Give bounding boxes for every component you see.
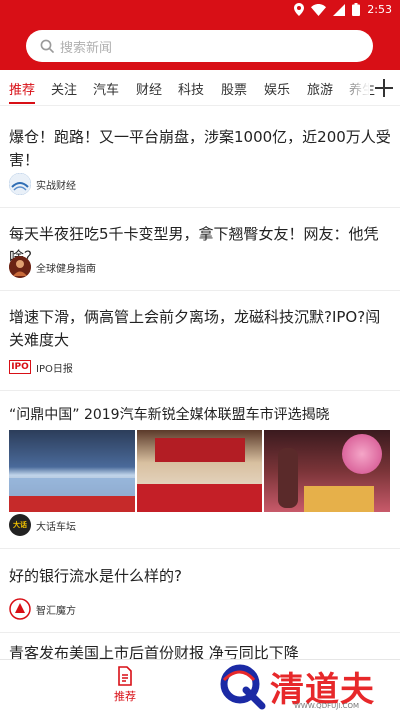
tab-stocks[interactable]: 股票 <box>221 79 247 98</box>
app-header: 2:53 搜索新闻 <box>0 0 400 70</box>
watermark-url: WWW.QDFUJI.COM <box>294 702 360 710</box>
fitness-avatar-icon <box>9 256 31 278</box>
source-avatar: 大话 <box>9 514 31 536</box>
search-placeholder: 搜索新闻 <box>60 40 113 56</box>
battery-icon <box>352 3 361 16</box>
divider <box>0 290 400 291</box>
source-avatar <box>9 173 31 195</box>
active-tab-indicator <box>9 102 35 104</box>
tabs-fade <box>336 70 370 105</box>
add-channel-icon[interactable] <box>372 76 396 100</box>
news-title[interactable]: 增速下滑，俩高管上会前夕离场，龙磁科技沉默?IPO?闯关难度大 <box>9 306 391 352</box>
news-title[interactable]: 爆仓！跑路！又一平台崩盘，涉案1000亿，近200万人受害！ <box>9 126 391 172</box>
news-title[interactable]: 好的银行流水是什么样的? <box>9 565 391 588</box>
watermark-logo-icon <box>220 664 266 710</box>
news-source: 全球健身指南 <box>9 256 96 278</box>
globe-logo-icon <box>9 173 31 195</box>
source-name: 智汇魔方 <box>36 605 76 617</box>
divider <box>0 632 400 633</box>
nav-recommend[interactable]: 推荐 <box>110 666 140 704</box>
watermark: 清道夫 WWW.QDFUJI.COM <box>214 660 400 711</box>
news-source: 大话 大话车坛 <box>9 514 76 536</box>
news-photo[interactable] <box>264 430 391 512</box>
tab-tech[interactable]: 科技 <box>178 79 204 98</box>
signal-icon <box>333 3 346 16</box>
status-bar: 2:53 <box>0 0 400 22</box>
tab-travel[interactable]: 旅游 <box>307 79 333 98</box>
tab-finance[interactable]: 财经 <box>136 79 162 98</box>
source-avatar <box>9 256 31 278</box>
search-input[interactable]: 搜索新闻 <box>26 30 373 62</box>
tab-follow[interactable]: 关注 <box>51 79 77 98</box>
divider <box>0 207 400 208</box>
news-source: IPO IPO日报 <box>9 356 73 378</box>
source-avatar <box>9 598 31 620</box>
nav-recommend-label: 推荐 <box>114 690 136 703</box>
zhihui-logo-icon <box>9 598 31 620</box>
wifi-icon <box>311 3 327 16</box>
tab-entertainment[interactable]: 娱乐 <box>264 79 290 98</box>
location-icon <box>294 3 305 16</box>
source-name: 大话车坛 <box>36 521 76 533</box>
news-title[interactable]: “问鼎中国” 2019汽车新锐全媒体联盟车市评选揭晓 <box>9 404 391 427</box>
tab-recommend[interactable]: 推荐 <box>9 79 35 98</box>
home-file-icon <box>118 666 132 686</box>
source-name: 实战财经 <box>36 180 76 192</box>
divider <box>0 548 400 549</box>
divider <box>0 390 400 391</box>
news-source: 实战财经 <box>9 173 76 195</box>
news-photos[interactable] <box>9 430 391 512</box>
dahua-logo: 大话 <box>13 521 27 529</box>
source-avatar: IPO <box>9 356 31 378</box>
status-icons: 2:53 <box>294 3 392 16</box>
news-photo[interactable] <box>9 430 135 512</box>
news-source: 智汇魔方 <box>9 598 76 620</box>
source-name: 全球健身指南 <box>36 263 96 275</box>
category-tabs: 推荐 关注 汽车 财经 科技 股票 娱乐 旅游 养生 <box>0 70 400 106</box>
ipo-logo: IPO <box>9 360 31 374</box>
tab-auto[interactable]: 汽车 <box>93 79 119 98</box>
news-photo[interactable] <box>136 430 263 512</box>
status-time: 2:53 <box>367 3 392 16</box>
source-name: IPO日报 <box>36 363 73 375</box>
search-icon <box>40 39 54 53</box>
